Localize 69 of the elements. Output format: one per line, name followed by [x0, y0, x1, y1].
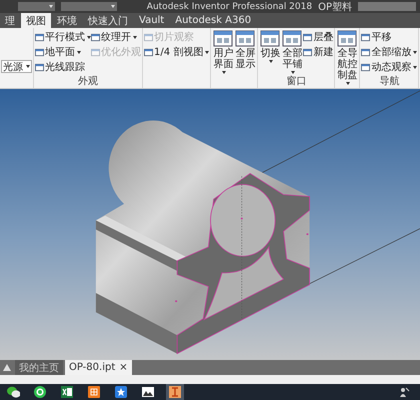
taskbar-button[interactable] [112, 384, 130, 400]
star-icon [114, 385, 128, 399]
ribbon-button[interactable]: 动态观察 [361, 60, 418, 74]
group-label: 窗口 [285, 75, 308, 88]
ribbon-button[interactable]: 切换 [260, 30, 280, 63]
ribbon-tab[interactable]: 环境 [52, 13, 82, 28]
group-label: 外观 [77, 75, 99, 88]
search-field[interactable] [358, 2, 416, 11]
caret-icon [268, 60, 273, 63]
caret-icon [205, 50, 210, 54]
spreadsheet-icon [60, 385, 74, 399]
window-icon [361, 32, 370, 42]
window-icon [35, 32, 44, 42]
ribbon-button[interactable]: 全部平铺 [282, 30, 302, 74]
window-icon [35, 62, 44, 72]
chat-bubble-icon [6, 385, 20, 399]
document-name: OP塑料 [318, 0, 352, 14]
caret-icon [77, 50, 81, 54]
window-icon [361, 48, 370, 56]
window-icon [35, 48, 44, 56]
window-title: Autodesk Inventor Professional 2018 [146, 2, 312, 12]
window-icon [91, 48, 100, 56]
ribbon-button[interactable]: 地平面 [35, 45, 91, 59]
ribbon-button[interactable]: 光线跟踪 [35, 60, 91, 74]
lighting-dropdown[interactable]: 光源 [1, 60, 32, 73]
window-icon [144, 48, 153, 56]
ribbon-tab[interactable]: 理 [0, 13, 20, 28]
dropdown-field[interactable] [61, 2, 117, 11]
caret-icon [290, 71, 295, 74]
ribbon-button[interactable]: 1/4 剖视图 [144, 45, 210, 59]
dropdown-field[interactable] [18, 2, 56, 11]
document-tab[interactable]: OP-80.ipt × [65, 360, 132, 375]
close-button[interactable]: × [119, 362, 128, 372]
window-icon [361, 62, 370, 72]
phone-bubble-icon [33, 385, 47, 399]
ribbon-button[interactable]: 用户界面 [213, 30, 234, 74]
taskbar-button[interactable] [58, 384, 76, 400]
window-icon [144, 32, 153, 42]
caret-icon [26, 65, 30, 68]
ribbon-tab[interactable]: Vault [134, 13, 170, 28]
ribbon-tab[interactable]: 视图 [21, 13, 51, 28]
ribbon-button[interactable]: 新建 [303, 45, 334, 59]
ribbon-button[interactable]: 全部缩放 [361, 45, 418, 59]
window-icon [91, 32, 100, 42]
caret-icon [413, 66, 418, 68]
picture-icon [141, 385, 155, 399]
caret-icon [110, 5, 115, 8]
ribbon-tab[interactable]: 快速入门 [83, 13, 133, 28]
taskbar-button[interactable] [85, 384, 103, 400]
caret-icon [346, 82, 350, 85]
letter-i-icon [168, 385, 182, 399]
ribbon-button[interactable]: 平移 [361, 30, 418, 44]
taskbar-button[interactable] [31, 384, 49, 400]
taskbar-button[interactable] [4, 384, 22, 400]
ribbon-button[interactable]: 全导航控制盘 [337, 30, 358, 85]
person-icon [398, 386, 410, 398]
caret-icon [133, 36, 137, 38]
caret-icon [49, 5, 54, 8]
triangle-icon [3, 364, 11, 371]
caret-icon [413, 50, 418, 54]
ribbon-tab[interactable]: Autodesk A360 [170, 13, 256, 28]
caret-icon [222, 71, 226, 74]
ribbon-button[interactable]: 纹理开 [91, 30, 141, 44]
grid-icon [87, 385, 101, 399]
taskbar-button[interactable] [139, 384, 157, 400]
document-tab[interactable]: 我的主页 [15, 360, 63, 375]
group-label: 导航 [378, 75, 400, 88]
ribbon-button[interactable]: 全屏显示 [235, 30, 256, 70]
ribbon-button[interactable]: 层叠 [303, 30, 334, 44]
